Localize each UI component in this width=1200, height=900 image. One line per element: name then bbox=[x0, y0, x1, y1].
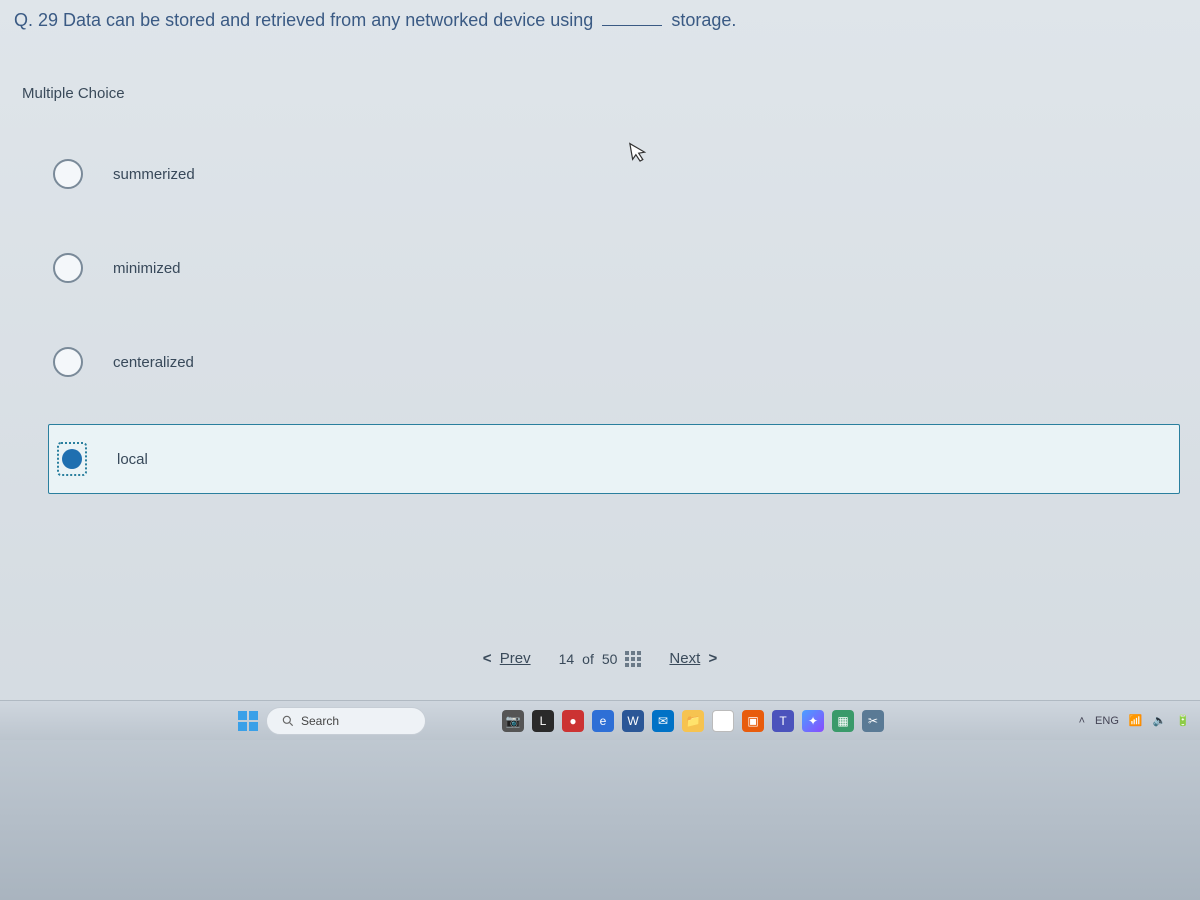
language-indicator[interactable]: ENG bbox=[1095, 715, 1119, 727]
taskbar-search[interactable]: Search bbox=[266, 707, 426, 735]
prev-button[interactable]: < Prev bbox=[479, 650, 531, 667]
wifi-icon[interactable]: 📶 bbox=[1129, 714, 1143, 727]
volume-icon[interactable]: 🔈 bbox=[1153, 714, 1167, 727]
start-button[interactable] bbox=[238, 711, 258, 731]
desk-surface bbox=[0, 740, 1200, 900]
option-summerized[interactable]: summerized bbox=[48, 142, 1180, 206]
prev-label: Prev bbox=[500, 650, 531, 667]
chrome-icon[interactable]: ◐ bbox=[712, 710, 734, 732]
explorer-icon[interactable]: 📁 bbox=[682, 710, 704, 732]
question-prefix: Q. 29 Data can be stored and retrieved f… bbox=[14, 10, 593, 30]
question-suffix: storage. bbox=[671, 10, 736, 30]
word-icon[interactable]: W bbox=[622, 710, 644, 732]
progress-total: 50 bbox=[602, 651, 618, 667]
section-label: Multiple Choice bbox=[0, 35, 1200, 102]
chevron-left-icon: < bbox=[483, 650, 492, 667]
pagination-bar: < Prev 14 of 50 Next > bbox=[0, 650, 1200, 667]
record-icon[interactable]: ● bbox=[562, 710, 584, 732]
option-minimized[interactable]: minimized bbox=[48, 236, 1180, 300]
progress-indicator: 14 of 50 bbox=[559, 651, 642, 667]
option-label: local bbox=[117, 451, 148, 468]
radio-selected-icon bbox=[57, 442, 87, 476]
battery-icon[interactable]: 🔋 bbox=[1176, 714, 1190, 727]
search-icon bbox=[281, 714, 295, 728]
question-text: Q. 29 Data can be stored and retrieved f… bbox=[0, 0, 1200, 35]
mail-icon[interactable]: ✉ bbox=[652, 710, 674, 732]
option-local[interactable]: local bbox=[48, 424, 1180, 494]
teams-icon[interactable]: T bbox=[772, 710, 794, 732]
snip-icon[interactable]: ✂ bbox=[862, 710, 884, 732]
option-label: minimized bbox=[113, 260, 181, 277]
edge-icon[interactable]: e bbox=[592, 710, 614, 732]
chevron-right-icon: > bbox=[708, 650, 717, 667]
radio-icon bbox=[53, 159, 83, 189]
fill-blank bbox=[602, 10, 662, 26]
progress-sep: of bbox=[582, 651, 594, 667]
search-placeholder: Search bbox=[301, 714, 339, 728]
options-list: summerized minimized centeralized local bbox=[0, 102, 1200, 494]
chevron-up-icon[interactable]: ˄ bbox=[1079, 715, 1085, 727]
quiz-screen: Q. 29 Data can be stored and retrieved f… bbox=[0, 0, 1200, 900]
copilot-icon[interactable]: ✦ bbox=[802, 710, 824, 732]
store-icon[interactable]: ▣ bbox=[742, 710, 764, 732]
app2-icon[interactable]: ▦ bbox=[832, 710, 854, 732]
radio-icon bbox=[53, 347, 83, 377]
progress-current: 14 bbox=[559, 651, 575, 667]
option-label: centeralized bbox=[113, 354, 194, 371]
option-label: summerized bbox=[113, 166, 195, 183]
next-label: Next bbox=[669, 650, 700, 667]
option-centeralized[interactable]: centeralized bbox=[48, 330, 1180, 394]
radio-icon bbox=[53, 253, 83, 283]
next-button[interactable]: Next > bbox=[669, 650, 721, 667]
app-icon[interactable]: L bbox=[532, 710, 554, 732]
windows-taskbar: Search 📷 L ● e W ✉ 📁 ◐ ▣ T ✦ ▦ ✂ ˄ ENG 📶… bbox=[0, 700, 1200, 740]
system-tray[interactable]: ˄ ENG 📶 🔈 🔋 bbox=[1079, 714, 1190, 727]
grid-icon[interactable] bbox=[625, 651, 641, 667]
camera-icon[interactable]: 📷 bbox=[502, 710, 524, 732]
